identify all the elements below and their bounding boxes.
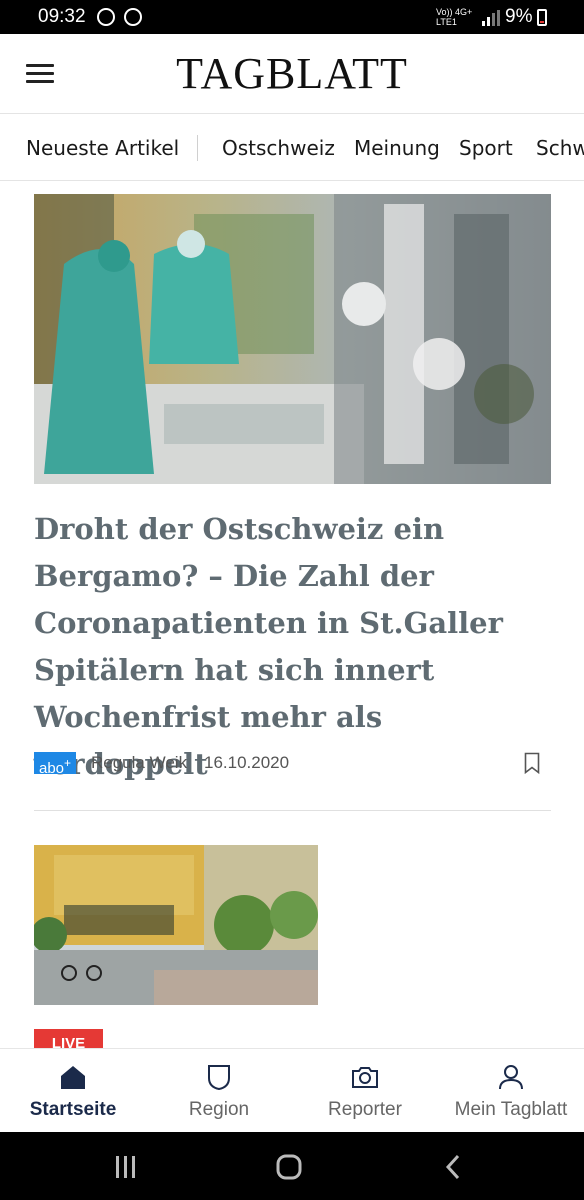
bottom-tab-bar: Startseite Region Reporter Mein Tagblatt: [0, 1048, 584, 1132]
signal-app-icon: [124, 8, 142, 26]
back-icon[interactable]: [444, 1154, 462, 1180]
tab-label: Reporter: [328, 1099, 402, 1120]
user-icon: [499, 1065, 523, 1090]
home-icon: [61, 1066, 85, 1089]
article-headline[interactable]: Droht der Ostschweiz ein Bergamo? – Die …: [34, 506, 554, 788]
app-header: TAGBLATT: [0, 34, 584, 114]
status-time: 09:32: [38, 6, 86, 27]
tab-label: Startseite: [29, 1099, 117, 1120]
network-line1: Vo)) 4G+: [436, 7, 473, 17]
tab-mein-tagblatt[interactable]: Mein Tagblatt: [438, 1049, 584, 1133]
shield-icon: [208, 1065, 230, 1091]
nav-item-ostschweiz[interactable]: Ostschweiz: [222, 136, 335, 160]
abo-badge-label: abo: [39, 760, 65, 777]
system-nav-bar: [0, 1132, 584, 1200]
battery-icon: [537, 9, 547, 26]
tab-reporter[interactable]: Reporter: [292, 1049, 438, 1133]
nav-item-sport[interactable]: Sport: [459, 136, 513, 160]
camera-icon: [352, 1067, 378, 1088]
nav-item-neueste-artikel[interactable]: Neueste Artikel: [26, 136, 179, 160]
abo-badge-plus: +: [64, 756, 72, 770]
logo[interactable]: TAGBLATT: [0, 48, 584, 99]
category-nav: Neueste Artikel Ostschweiz Meinung Sport…: [0, 115, 584, 181]
live-badge: LIVE: [34, 1029, 103, 1049]
home-button-icon[interactable]: [276, 1154, 302, 1180]
network-type: Vo)) 4G+ LTE1: [436, 7, 472, 27]
article-author: Regula Weik: [91, 753, 188, 772]
cell-signal-icon: [482, 10, 500, 26]
nav-item-schweiz[interactable]: Schw: [536, 136, 584, 160]
nav-separator: [197, 135, 198, 161]
tab-label: Mein Tagblatt: [454, 1099, 568, 1120]
whatsapp-icon: [97, 8, 115, 26]
network-line2: LTE1: [436, 17, 457, 27]
tab-startseite[interactable]: Startseite: [0, 1049, 146, 1133]
tab-region[interactable]: Region: [146, 1049, 292, 1133]
article-hero-image[interactable]: [34, 194, 551, 484]
abo-badge: abo+: [34, 752, 77, 777]
article-date: 16.10.2020: [204, 753, 290, 772]
bookmark-icon[interactable]: [524, 752, 540, 774]
recent-apps-icon[interactable]: [114, 1156, 138, 1178]
article-divider: [34, 810, 551, 811]
battery-level: 9%: [505, 6, 533, 27]
tab-label: Region: [188, 1099, 250, 1120]
status-bar: 09:32 Vo)) 4G+ LTE1 9%: [0, 0, 584, 34]
nav-item-meinung[interactable]: Meinung: [354, 136, 440, 160]
article-meta: abo+ Regula Weik 16.10.2020: [34, 752, 551, 777]
article-thumbnail[interactable]: [34, 845, 318, 1005]
